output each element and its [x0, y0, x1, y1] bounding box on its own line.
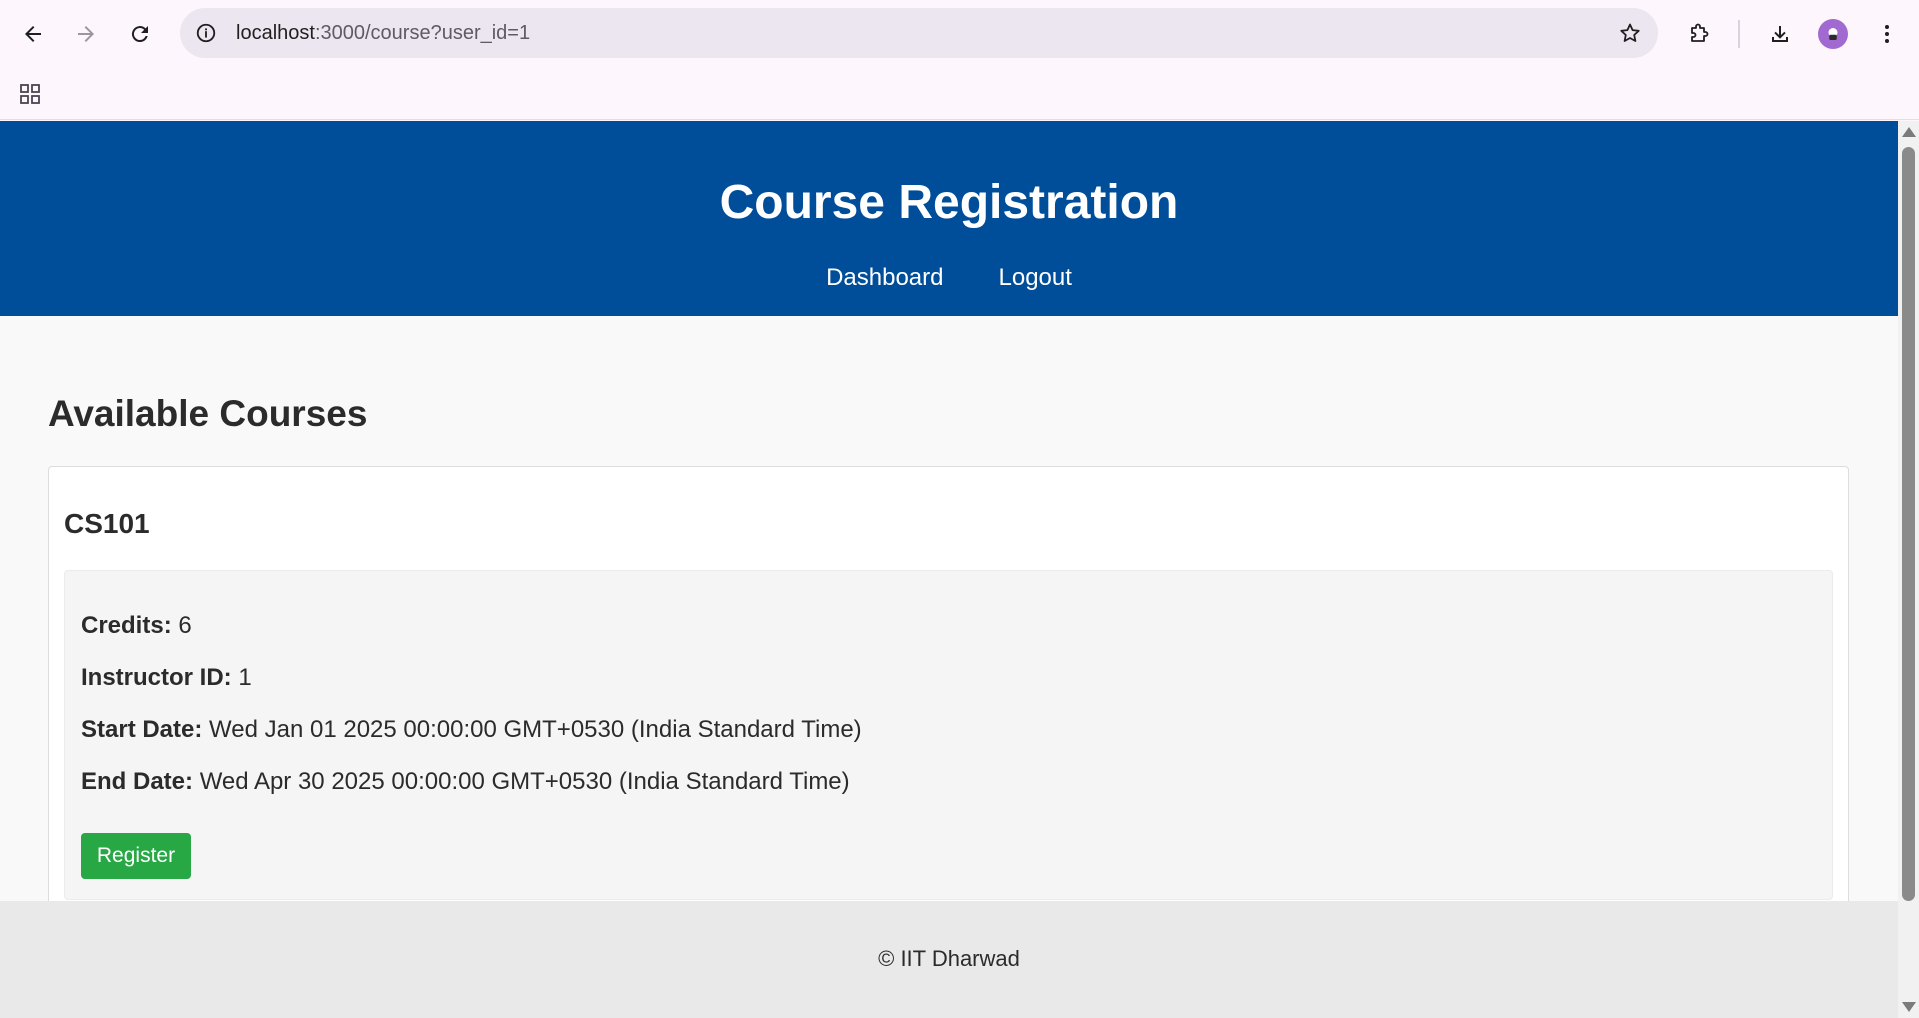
downloads-button[interactable] [1760, 14, 1800, 54]
kebab-menu-icon [1885, 25, 1889, 43]
start-date-row: Start Date: Wed Jan 01 2025 00:00:00 GMT… [81, 715, 862, 745]
course-code: CS101 [64, 508, 150, 539]
forward-button[interactable] [66, 14, 106, 54]
page-title: Course Registration [719, 176, 1179, 229]
scroll-up-arrow-icon[interactable] [1902, 127, 1916, 137]
profile-avatar[interactable] [1818, 19, 1848, 49]
apps-grid-icon [20, 84, 40, 104]
site-footer: © IIT Dharwad [0, 901, 1898, 1018]
site-header: Course Registration Dashboard Logout [0, 121, 1898, 316]
footer-copyright: © IIT Dharwad [878, 946, 1020, 971]
arrow-left-icon [25, 26, 41, 42]
start-date-label: Start Date: [81, 716, 203, 743]
credits-row: Credits: 6 [81, 611, 192, 641]
arrow-right-icon [78, 26, 94, 42]
end-date-value: Wed Apr 30 2025 00:00:00 GMT+0530 (India… [199, 768, 850, 795]
star-icon[interactable] [1616, 19, 1644, 47]
instructor-value: 1 [238, 664, 252, 691]
register-button[interactable]: Register [81, 833, 191, 879]
credits-value: 6 [178, 612, 192, 639]
apps-button[interactable] [14, 78, 46, 110]
nav-dashboard-link[interactable]: Dashboard [826, 263, 943, 293]
instructor-row: Instructor ID: 1 [81, 663, 252, 693]
end-date-row: End Date: Wed Apr 30 2025 00:00:00 GMT+0… [81, 767, 850, 797]
back-button[interactable] [13, 14, 53, 54]
nav-logout-link[interactable]: Logout [999, 263, 1072, 293]
course-details: Credits: 6 Instructor ID: 1 Start Date: … [64, 570, 1833, 900]
address-bar[interactable]: localhost:3000/course?user_id=1 [180, 8, 1658, 58]
url-text[interactable]: localhost:3000/course?user_id=1 [236, 8, 530, 58]
browser-toolbar: localhost:3000/course?user_id=1 [0, 0, 1919, 68]
toolbar-separator [1738, 20, 1740, 48]
instructor-label: Instructor ID: [81, 664, 232, 691]
bookmarks-bar [0, 68, 1919, 120]
reload-button[interactable] [120, 14, 160, 54]
scroll-down-arrow-icon[interactable] [1902, 1002, 1916, 1012]
end-date-label: End Date: [81, 768, 194, 795]
credits-label: Credits: [81, 612, 172, 639]
info-icon[interactable] [194, 21, 218, 45]
scrollbar-thumb[interactable] [1902, 147, 1915, 901]
download-icon [1772, 26, 1788, 42]
puzzle-icon [1691, 23, 1709, 42]
main-nav: Dashboard Logout [0, 263, 1898, 293]
page-viewport: Course Registration Dashboard Logout Ava… [0, 121, 1898, 1018]
reload-icon [131, 26, 148, 43]
url-host: localhost [236, 22, 315, 44]
extensions-button[interactable] [1679, 14, 1719, 54]
url-path: :3000/course?user_id=1 [314, 22, 531, 44]
browser-menu-button[interactable] [1867, 14, 1907, 54]
section-title: Available Courses [48, 393, 368, 434]
start-date-value: Wed Jan 01 2025 00:00:00 GMT+0530 (India… [209, 716, 862, 743]
avatar-icon [1828, 28, 1838, 40]
page-scrollbar[interactable] [1898, 121, 1919, 1018]
